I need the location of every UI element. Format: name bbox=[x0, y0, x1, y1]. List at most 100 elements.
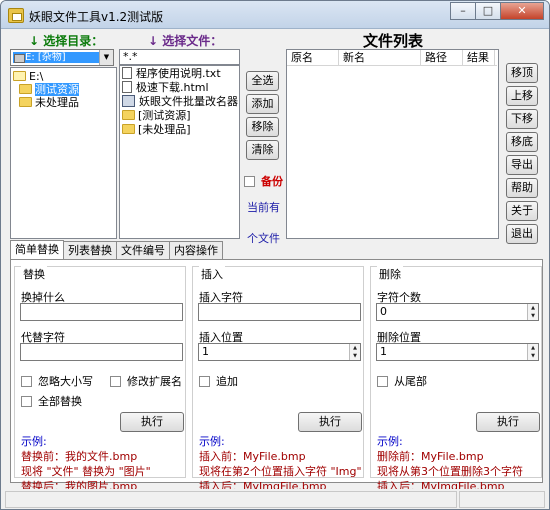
replace-run-button[interactable]: 执行 bbox=[120, 412, 184, 432]
file-icon bbox=[122, 81, 132, 93]
move-down-button[interactable]: 下移 bbox=[506, 109, 538, 129]
replace-input[interactable] bbox=[20, 343, 183, 361]
file-list-header: 原名 新名 路径 结果 bbox=[287, 50, 497, 66]
replace-group-title: 替换 bbox=[21, 266, 47, 282]
example-action: 现将 "文件" 替换为 "图片" bbox=[21, 465, 151, 478]
file-filter-input[interactable]: *.* bbox=[119, 49, 240, 65]
delete-pos-spinner[interactable]: 1 ▲ ▼ bbox=[376, 343, 539, 361]
replace-group: 替换 换掉什么 代替字符 忽略大小写 修改扩展名 全部替换 执行 示例: 替换前… bbox=[14, 266, 186, 493]
window-title: 妖眼文件工具v1.2测试版 bbox=[29, 10, 164, 24]
status-bar bbox=[1, 489, 549, 509]
file-item[interactable]: [未处理品] bbox=[122, 123, 191, 136]
example-before: 删除前：MyFile.bmp bbox=[377, 450, 484, 463]
window-controls: – □ ✕ bbox=[450, 2, 544, 20]
file-item[interactable]: 妖眼文件批量改名器.e bbox=[122, 95, 239, 108]
delete-run-button[interactable]: 执行 bbox=[476, 412, 540, 432]
about-button[interactable]: 关于 bbox=[506, 201, 538, 221]
chevron-down-icon[interactable]: ▼ bbox=[99, 50, 113, 65]
app-icon bbox=[8, 8, 24, 23]
column-result[interactable]: 结果 bbox=[463, 50, 495, 65]
folder-icon bbox=[122, 124, 135, 134]
current-count-text: 当前有 bbox=[247, 201, 280, 214]
file-item[interactable]: 极速下载.html bbox=[122, 81, 209, 94]
char-count-spinner[interactable]: 0 ▲ ▼ bbox=[376, 303, 539, 321]
insert-run-button[interactable]: 执行 bbox=[298, 412, 362, 432]
append-checkbox[interactable]: 追加 bbox=[199, 373, 238, 389]
example-title: 示例: bbox=[199, 435, 225, 448]
column-path[interactable]: 路径 bbox=[421, 50, 463, 65]
spinner-arrows-icon[interactable]: ▲ ▼ bbox=[349, 344, 360, 360]
checkbox-box[interactable] bbox=[244, 175, 255, 187]
find-input[interactable] bbox=[20, 303, 183, 321]
file-icon bbox=[122, 67, 132, 79]
checkbox-box[interactable] bbox=[377, 375, 388, 387]
backup-label: 备份 bbox=[261, 175, 283, 188]
spinner-arrows-icon[interactable]: ▲ ▼ bbox=[527, 304, 538, 320]
spinner-arrows-icon[interactable]: ▲ ▼ bbox=[527, 344, 538, 360]
example-action: 现将从第3个位置删除3个字符 bbox=[377, 465, 523, 478]
tab-strip: 简单替换 列表替换 文件编号 内容操作 bbox=[10, 240, 223, 260]
example-title: 示例: bbox=[21, 435, 47, 448]
add-button[interactable]: 添加 bbox=[246, 94, 279, 114]
checkbox-box[interactable] bbox=[21, 375, 32, 387]
select-all-button[interactable]: 全选 bbox=[246, 71, 279, 91]
close-button[interactable]: ✕ bbox=[500, 2, 544, 20]
insert-group: 插入 插入字符 插入位置 1 ▲ ▼ 追加 执行 示例: 插入前：MyFile.b… bbox=[192, 266, 364, 493]
modify-ext-checkbox[interactable]: 修改扩展名 bbox=[110, 373, 182, 389]
select-dir-label: ↓ 选择目录： bbox=[29, 34, 104, 48]
tab-list-replace[interactable]: 列表替换 bbox=[63, 241, 117, 259]
checkbox-box[interactable] bbox=[110, 375, 121, 387]
replace-all-checkbox[interactable]: 全部替换 bbox=[21, 393, 82, 409]
insert-char-input[interactable] bbox=[198, 303, 361, 321]
minimize-button[interactable]: – bbox=[450, 2, 476, 20]
tab-content-ops[interactable]: 内容操作 bbox=[169, 241, 223, 259]
insert-pos-spinner[interactable]: 1 ▲ ▼ bbox=[198, 343, 361, 361]
move-top-button[interactable]: 移顶 bbox=[506, 63, 538, 83]
tab-file-number[interactable]: 文件编号 bbox=[116, 241, 170, 259]
folder-open-icon bbox=[13, 71, 26, 81]
delete-group-title: 删除 bbox=[377, 266, 403, 282]
file-item[interactable]: [测试资源] bbox=[122, 109, 191, 122]
tree-item-unprocessed[interactable]: 未处理品 bbox=[19, 96, 79, 109]
file-list-title: 文件列表 bbox=[363, 32, 424, 50]
file-list-box[interactable]: 程序使用说明.txt 极速下载.html 妖眼文件批量改名器.e [测试资源] … bbox=[119, 65, 240, 239]
folder-icon bbox=[19, 84, 32, 94]
tab-panel-simple-replace: 替换 换掉什么 代替字符 忽略大小写 修改扩展名 全部替换 执行 示例: 替换前… bbox=[10, 259, 543, 493]
tree-item-root[interactable]: E:\ bbox=[13, 70, 43, 83]
from-end-checkbox[interactable]: 从尾部 bbox=[377, 373, 427, 389]
maximize-button[interactable]: □ bbox=[475, 2, 501, 20]
app-window: 妖眼文件工具v1.2测试版 – □ ✕ ↓ 选择目录： E: [杂物] ▼ E:… bbox=[0, 0, 550, 510]
clear-button[interactable]: 清除 bbox=[246, 140, 279, 160]
status-segment bbox=[5, 491, 457, 508]
exit-button[interactable]: 退出 bbox=[506, 224, 538, 244]
dir-tree[interactable]: E:\ 测试资源 未处理品 bbox=[10, 67, 117, 239]
move-bottom-button[interactable]: 移底 bbox=[506, 132, 538, 152]
help-button[interactable]: 帮助 bbox=[506, 178, 538, 198]
select-file-label: ↓ 选择文件： bbox=[148, 34, 223, 48]
example-before: 替换前：我的文件.bmp bbox=[21, 450, 138, 463]
tree-item-test[interactable]: 测试资源 bbox=[19, 83, 79, 96]
backup-checkbox[interactable]: 备份 bbox=[244, 173, 283, 189]
export-button[interactable]: 导出 bbox=[506, 155, 538, 175]
status-segment bbox=[459, 491, 545, 508]
checkbox-box[interactable] bbox=[21, 395, 32, 407]
column-orig-name[interactable]: 原名 bbox=[287, 50, 339, 65]
example-title: 示例: bbox=[377, 435, 403, 448]
example-before: 插入前：MyFile.bmp bbox=[199, 450, 306, 463]
checkbox-box[interactable] bbox=[199, 375, 210, 387]
column-new-name[interactable]: 新名 bbox=[339, 50, 421, 65]
folder-icon bbox=[19, 97, 32, 107]
current-count-suffix: 个文件 bbox=[247, 232, 280, 245]
drive-select[interactable]: E: [杂物] ▼ bbox=[10, 49, 114, 66]
move-up-button[interactable]: 上移 bbox=[506, 86, 538, 106]
folder-icon bbox=[122, 110, 135, 120]
file-list-table[interactable] bbox=[286, 49, 499, 239]
drive-value: E: [杂物] bbox=[13, 52, 99, 63]
file-item[interactable]: 程序使用说明.txt bbox=[122, 67, 221, 80]
remove-button[interactable]: 移除 bbox=[246, 117, 279, 137]
app-icon bbox=[122, 95, 135, 107]
insert-group-title: 插入 bbox=[199, 266, 225, 282]
delete-group: 删除 字符个数 0 ▲ ▼ 删除位置 1 ▲ ▼ 从尾部 执行 示例: 删除前：My… bbox=[370, 266, 542, 493]
ignore-case-checkbox[interactable]: 忽略大小写 bbox=[21, 373, 93, 389]
tab-simple-replace[interactable]: 简单替换 bbox=[10, 240, 64, 260]
